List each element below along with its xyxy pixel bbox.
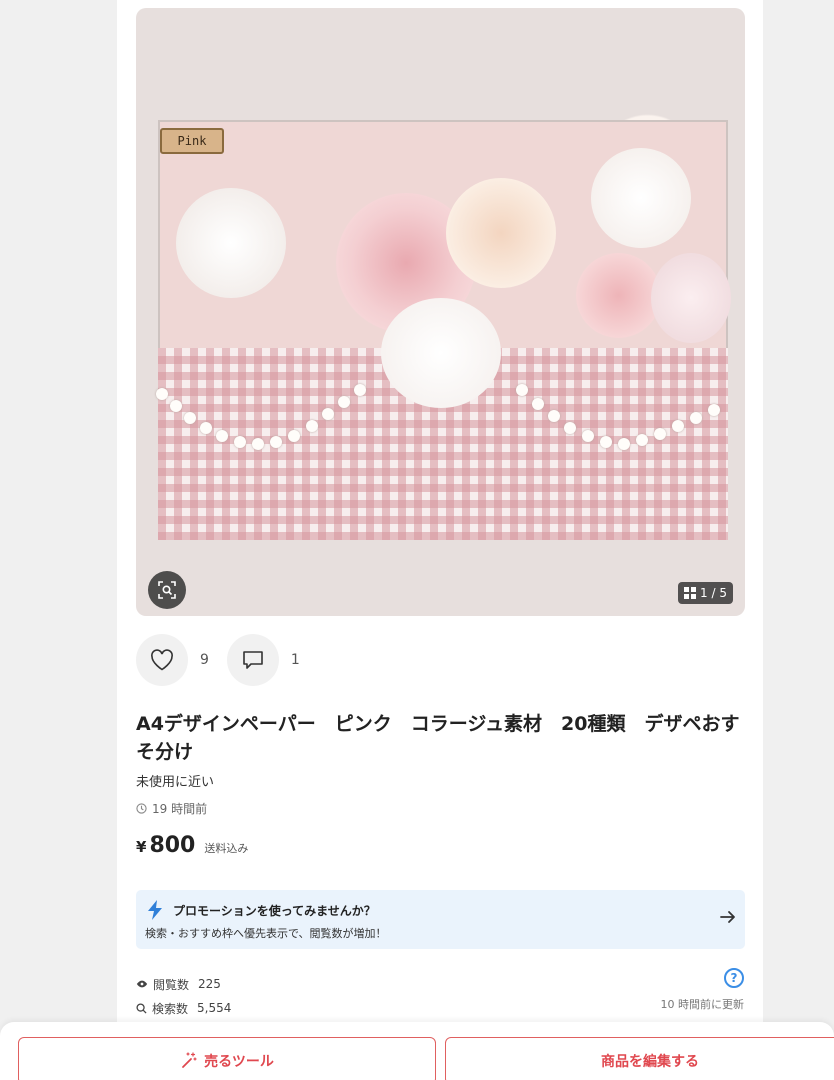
promotion-description: 検索・おすすめ枠へ優先表示で、閲覧数が増加！ [145,927,387,940]
searches-row: 検索数 5,554 [136,996,231,1020]
views-count: 225 [198,977,221,991]
promotion-banner[interactable]: プロモーションを使ってみませんか？ 検索・おすすめ枠へ優先表示で、閲覧数が増加！ [136,890,745,949]
comment-count: 1 [290,652,300,668]
searches-label: 検索数 [152,1001,189,1016]
search-icon [136,1002,147,1014]
comment-icon [243,651,263,669]
image-search-button[interactable] [148,571,186,609]
pink-label-tag: Pink [160,128,224,154]
rose-decoration [446,178,556,288]
flower-decoration [651,253,731,343]
price-row: ¥ 800 送料込み [136,833,248,858]
item-stats: 閲覧数 225 検索数 5,554 [136,972,231,1020]
flower-decoration [176,188,286,298]
item-title: A4デザインペーパー ピンク コラージュ素材 20種類 デザペおすそ分け [136,713,740,763]
like-button[interactable] [136,634,188,686]
sell-tool-label: 売るツール [204,1054,274,1070]
posted-time: 19 時間前 [136,800,207,817]
sell-tool-button[interactable]: 売るツール [18,1037,436,1080]
comment-button[interactable] [226,634,279,686]
item-price: 800 [149,833,196,858]
clock-icon [136,803,147,814]
promotion-title: プロモーションを使ってみませんか？ [173,904,376,918]
item-photo[interactable]: Pink 1 / 5 [136,8,745,616]
like-count: 9 [200,652,209,668]
searches-count: 5,554 [197,1001,232,1015]
eye-icon [136,980,148,988]
image-counter[interactable]: 1 / 5 [678,582,733,604]
edit-item-button[interactable]: 商品を編集する [445,1037,834,1080]
flower-decoration [591,148,691,248]
pearl-strand [156,368,731,468]
lens-icon [158,581,176,599]
grid-icon [684,587,697,599]
views-label: 閲覧数 [153,977,190,992]
bottom-action-bar: 売るツール 商品を編集する [0,1022,834,1080]
help-icon[interactable]: ? [724,968,744,988]
posted-time-text: 19 時間前 [152,802,208,816]
updated-time: 10 時間前に更新 [660,998,745,1011]
lightning-icon [148,900,162,920]
rose-decoration [576,253,661,338]
shipping-note: 送料込み [204,842,249,855]
magic-wand-icon [182,1052,197,1068]
image-counter-text: 1 / 5 [700,586,727,600]
item-detail-page: Pink 1 / 5 9 1 A4デザインペーパー ピンク コラージュ素材 20… [117,0,763,1080]
currency-symbol: ¥ [136,838,147,856]
item-condition: 未使用に近い [136,775,215,790]
action-row: 9 1 [136,634,318,686]
views-row: 閲覧数 225 [136,972,231,996]
edit-item-label: 商品を編集する [601,1054,699,1070]
heart-icon [151,649,173,671]
arrow-right-icon [720,911,735,923]
